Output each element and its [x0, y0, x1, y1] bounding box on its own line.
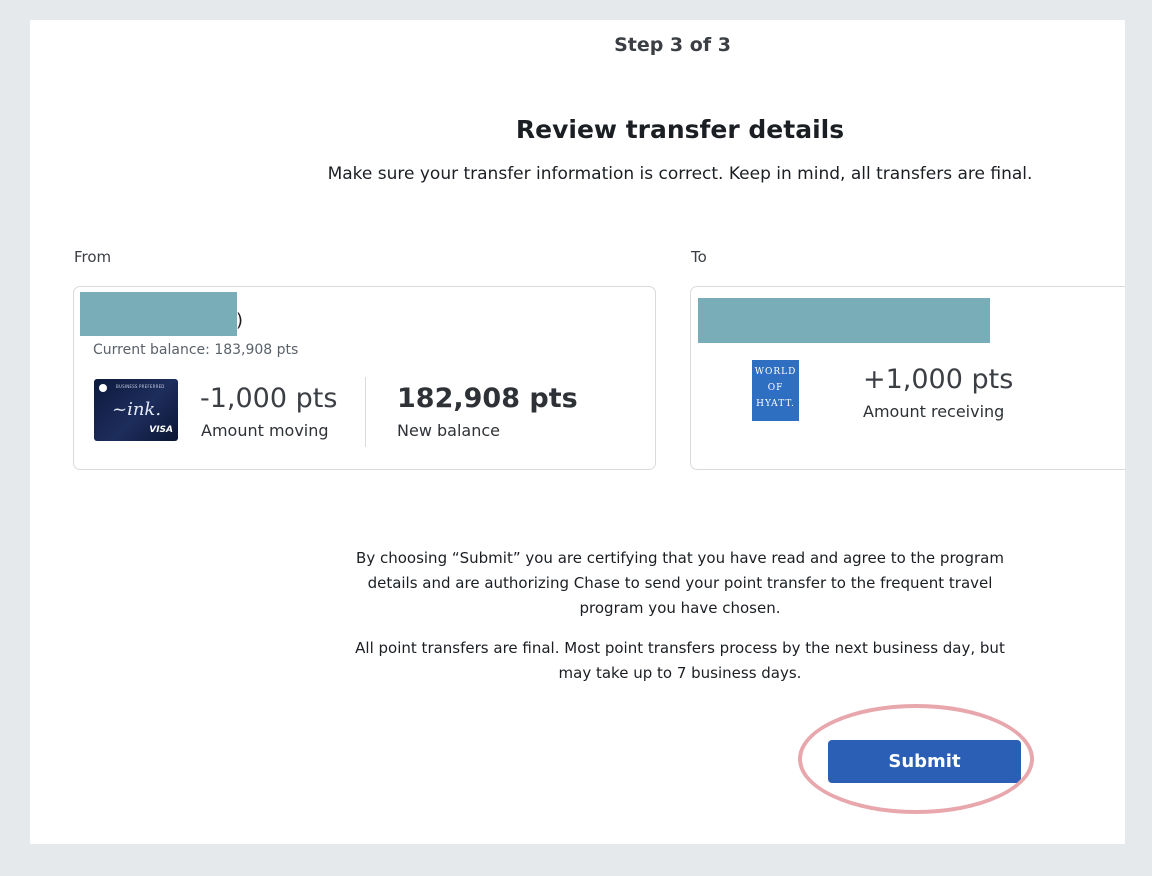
transfer-timing-text: All point transfers are final. Most poin…	[30, 636, 1125, 686]
page-subtitle: Make sure your transfer information is c…	[327, 164, 1033, 184]
certification-text: By choosing “Submit” you are certifying …	[30, 546, 1125, 621]
account-name-suffix: )	[236, 310, 244, 331]
transfer-review-panel: Step 3 of 3 Review transfer details Make…	[30, 20, 1125, 844]
new-balance-value: 182,908 pts	[397, 383, 578, 414]
highlight-circle	[798, 704, 1034, 814]
card-divider	[365, 377, 366, 447]
certification-line-1: By choosing “Submit” you are certifying …	[356, 549, 1004, 567]
new-balance-label: New balance	[397, 421, 500, 440]
to-program-card: WORLD OF HYATT. +1,000 pts Amount receiv…	[690, 286, 1125, 470]
to-label: To	[691, 248, 707, 266]
certification-line-3: program you have chosen.	[579, 599, 781, 617]
chase-ink-card-icon: BUSINESS PREFERRED ~ink. VISA	[94, 379, 178, 441]
certification-line-2: details and are authorizing Chase to sen…	[367, 574, 993, 592]
timing-line-1: All point transfers are final. Most poin…	[355, 639, 1005, 657]
amount-moving-label: Amount moving	[201, 421, 329, 440]
redacted-program-name	[698, 298, 990, 343]
from-label: From	[74, 248, 112, 266]
amount-receiving-value: +1,000 pts	[863, 364, 1014, 395]
amount-moving-value: -1,000 pts	[200, 383, 338, 414]
step-indicator: Step 3 of 3	[614, 34, 731, 56]
timing-line-2: may take up to 7 business days.	[558, 664, 802, 682]
page-title: Review transfer details	[515, 115, 845, 144]
amount-receiving-label: Amount receiving	[863, 402, 1005, 421]
from-account-card: ) Current balance: 183,908 pts BUSINESS …	[73, 286, 656, 470]
current-balance: Current balance: 183,908 pts	[93, 342, 299, 358]
world-of-hyatt-logo: WORLD OF HYATT.	[752, 360, 799, 421]
redacted-account-name	[80, 292, 237, 336]
